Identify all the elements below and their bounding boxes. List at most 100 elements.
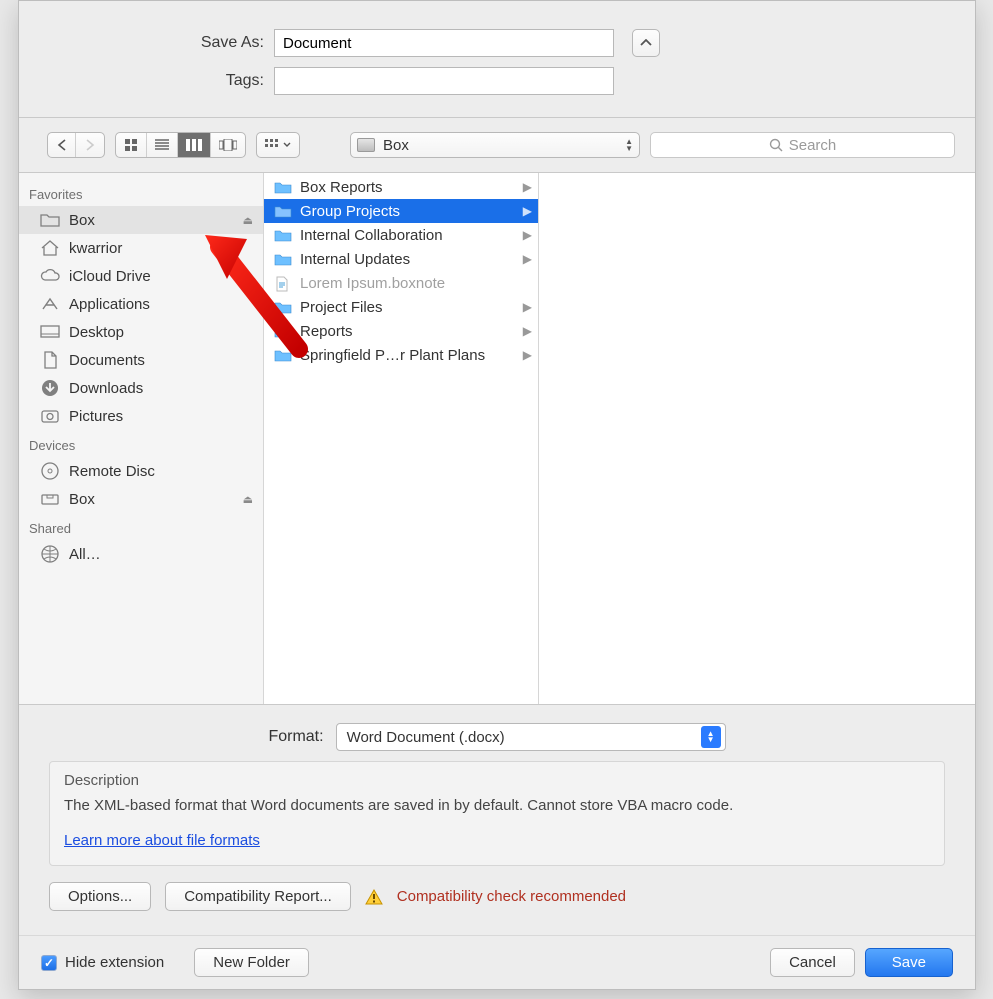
grid-icon	[124, 138, 138, 152]
folder-icon	[274, 180, 292, 194]
documents-icon	[39, 351, 61, 369]
chevron-up-icon	[640, 39, 652, 47]
grid-small-icon	[265, 139, 279, 151]
collapse-button[interactable]	[632, 29, 660, 57]
updown-icon: ▲▼	[625, 139, 633, 152]
toolbar: Box ▲▼ Search	[19, 118, 975, 173]
column-item[interactable]: Internal Updates ▶	[264, 247, 538, 271]
format-label: Format:	[268, 728, 323, 746]
sidebar-item-label: Documents	[69, 352, 145, 369]
column-item-label: Project Files	[300, 299, 383, 316]
column-item-label: Group Projects	[300, 203, 400, 220]
eject-icon[interactable]: ⏏	[243, 493, 253, 506]
sidebar-item-downloads[interactable]: Downloads	[19, 374, 263, 402]
sidebar-item-label: kwarrior	[69, 240, 122, 257]
search-input[interactable]: Search	[650, 132, 955, 158]
pictures-icon	[39, 407, 61, 425]
sidebar-item-applications[interactable]: Applications	[19, 290, 263, 318]
apps-icon	[39, 295, 61, 313]
chevron-right-icon: ▶	[523, 228, 532, 242]
top-fields: Save As: Tags:	[19, 1, 975, 118]
sidebar-item-label: Downloads	[69, 380, 143, 397]
chevron-right-icon: ▶	[523, 252, 532, 266]
icon-view-button[interactable]	[116, 133, 147, 157]
save-dialog: Save As: Tags:	[18, 0, 976, 990]
options-row: Options... Compatibility Report... Compa…	[43, 876, 951, 925]
description-text: The XML-based format that Word documents…	[64, 797, 930, 814]
sidebar-item-icloud-drive[interactable]: iCloud Drive	[19, 262, 263, 290]
chevron-right-icon: ▶	[523, 348, 532, 362]
path-location-label: Box	[383, 137, 625, 154]
disc-icon	[39, 462, 61, 480]
column-item[interactable]: Project Files▶	[264, 295, 538, 319]
column-item[interactable]: Lorem Ipsum.boxnote	[264, 271, 538, 295]
globe-icon	[39, 545, 61, 563]
learn-more-link[interactable]: Learn more about file formats	[64, 832, 260, 849]
coverflow-icon	[219, 139, 237, 151]
column-item[interactable]: Box Reports▶	[264, 175, 538, 199]
sidebar-item-all-[interactable]: All…	[19, 540, 263, 568]
coverflow-view-button[interactable]	[211, 133, 245, 157]
save-as-input[interactable]	[274, 29, 614, 57]
sidebar-item-label: Remote Disc	[69, 463, 155, 480]
column-item-label: Reports	[300, 323, 353, 340]
column-item[interactable]: Reports ▶	[264, 319, 538, 343]
folder-icon	[274, 204, 292, 218]
back-button[interactable]	[48, 133, 76, 157]
save-button[interactable]: Save	[865, 948, 953, 977]
folder-icon	[274, 252, 292, 266]
column-item-label: Box Reports	[300, 179, 383, 196]
tags-input[interactable]	[274, 67, 614, 95]
compatibility-warning-text: Compatibility check recommended	[397, 888, 626, 905]
compatibility-report-button[interactable]: Compatibility Report...	[165, 882, 351, 911]
sidebar-header: Devices	[19, 430, 263, 457]
file-browser: FavoritesBox⏏kwarrioriCloud DriveApplica…	[19, 173, 975, 705]
sidebar-header: Shared	[19, 513, 263, 540]
column-item-label: Internal Updates	[300, 251, 410, 268]
forward-button[interactable]	[76, 133, 104, 157]
format-area: Format: Word Document (.docx) ▲▼ Descrip…	[19, 705, 975, 935]
chevron-right-icon: ▶	[523, 324, 532, 338]
search-icon	[769, 138, 783, 152]
search-placeholder: Search	[789, 137, 837, 154]
sidebar-item-label: Box	[69, 491, 95, 508]
home-icon	[39, 239, 61, 257]
column-item[interactable]: Internal Collaboration▶	[264, 223, 538, 247]
columns-icon	[186, 139, 202, 151]
bottom-row: ✓ Hide extension New Folder Cancel Save	[19, 935, 975, 989]
downloads-icon	[39, 379, 61, 397]
sidebar-item-remote-disc[interactable]: Remote Disc	[19, 457, 263, 485]
cancel-button[interactable]: Cancel	[770, 948, 855, 977]
column-view-button[interactable]	[178, 133, 211, 157]
sidebar-item-box[interactable]: Box ⏏	[19, 485, 263, 513]
arrange-button-group	[256, 132, 300, 158]
sidebar-item-documents[interactable]: Documents	[19, 346, 263, 374]
eject-icon[interactable]: ⏏	[243, 214, 253, 227]
column-item[interactable]: Group Projects▶	[264, 199, 538, 223]
file-icon	[274, 276, 292, 290]
description-box: Description The XML-based format that Wo…	[49, 761, 945, 866]
options-button[interactable]: Options...	[49, 882, 151, 911]
sidebar-item-label: Box	[69, 212, 95, 229]
description-header: Description	[64, 772, 930, 789]
desktop-icon	[39, 323, 61, 341]
sidebar-item-pictures[interactable]: Pictures	[19, 402, 263, 430]
folder-icon	[274, 324, 292, 338]
column-item-label: Lorem Ipsum.boxnote	[300, 275, 445, 292]
format-select[interactable]: Word Document (.docx) ▲▼	[336, 723, 726, 751]
new-folder-button[interactable]: New Folder	[194, 948, 309, 977]
column-item[interactable]: Springfield P…r Plant Plans ▶	[264, 343, 538, 367]
sidebar-item-box[interactable]: Box ⏏	[19, 206, 263, 234]
list-icon	[155, 139, 169, 151]
drive-icon	[39, 490, 61, 508]
sidebar-item-label: Pictures	[69, 408, 123, 425]
sidebar-item-desktop[interactable]: Desktop	[19, 318, 263, 346]
column-item-label: Springfield P…r Plant Plans	[300, 347, 485, 364]
list-view-button[interactable]	[147, 133, 178, 157]
sidebar-item-kwarrior[interactable]: kwarrior	[19, 234, 263, 262]
browser-column-1: Box Reports▶Group Projects▶Internal Coll…	[264, 173, 539, 704]
hide-extension-checkbox[interactable]: ✓	[41, 955, 57, 971]
path-location-popup[interactable]: Box ▲▼	[350, 132, 640, 158]
sidebar-item-label: Applications	[69, 296, 150, 313]
arrange-button[interactable]	[257, 133, 299, 157]
